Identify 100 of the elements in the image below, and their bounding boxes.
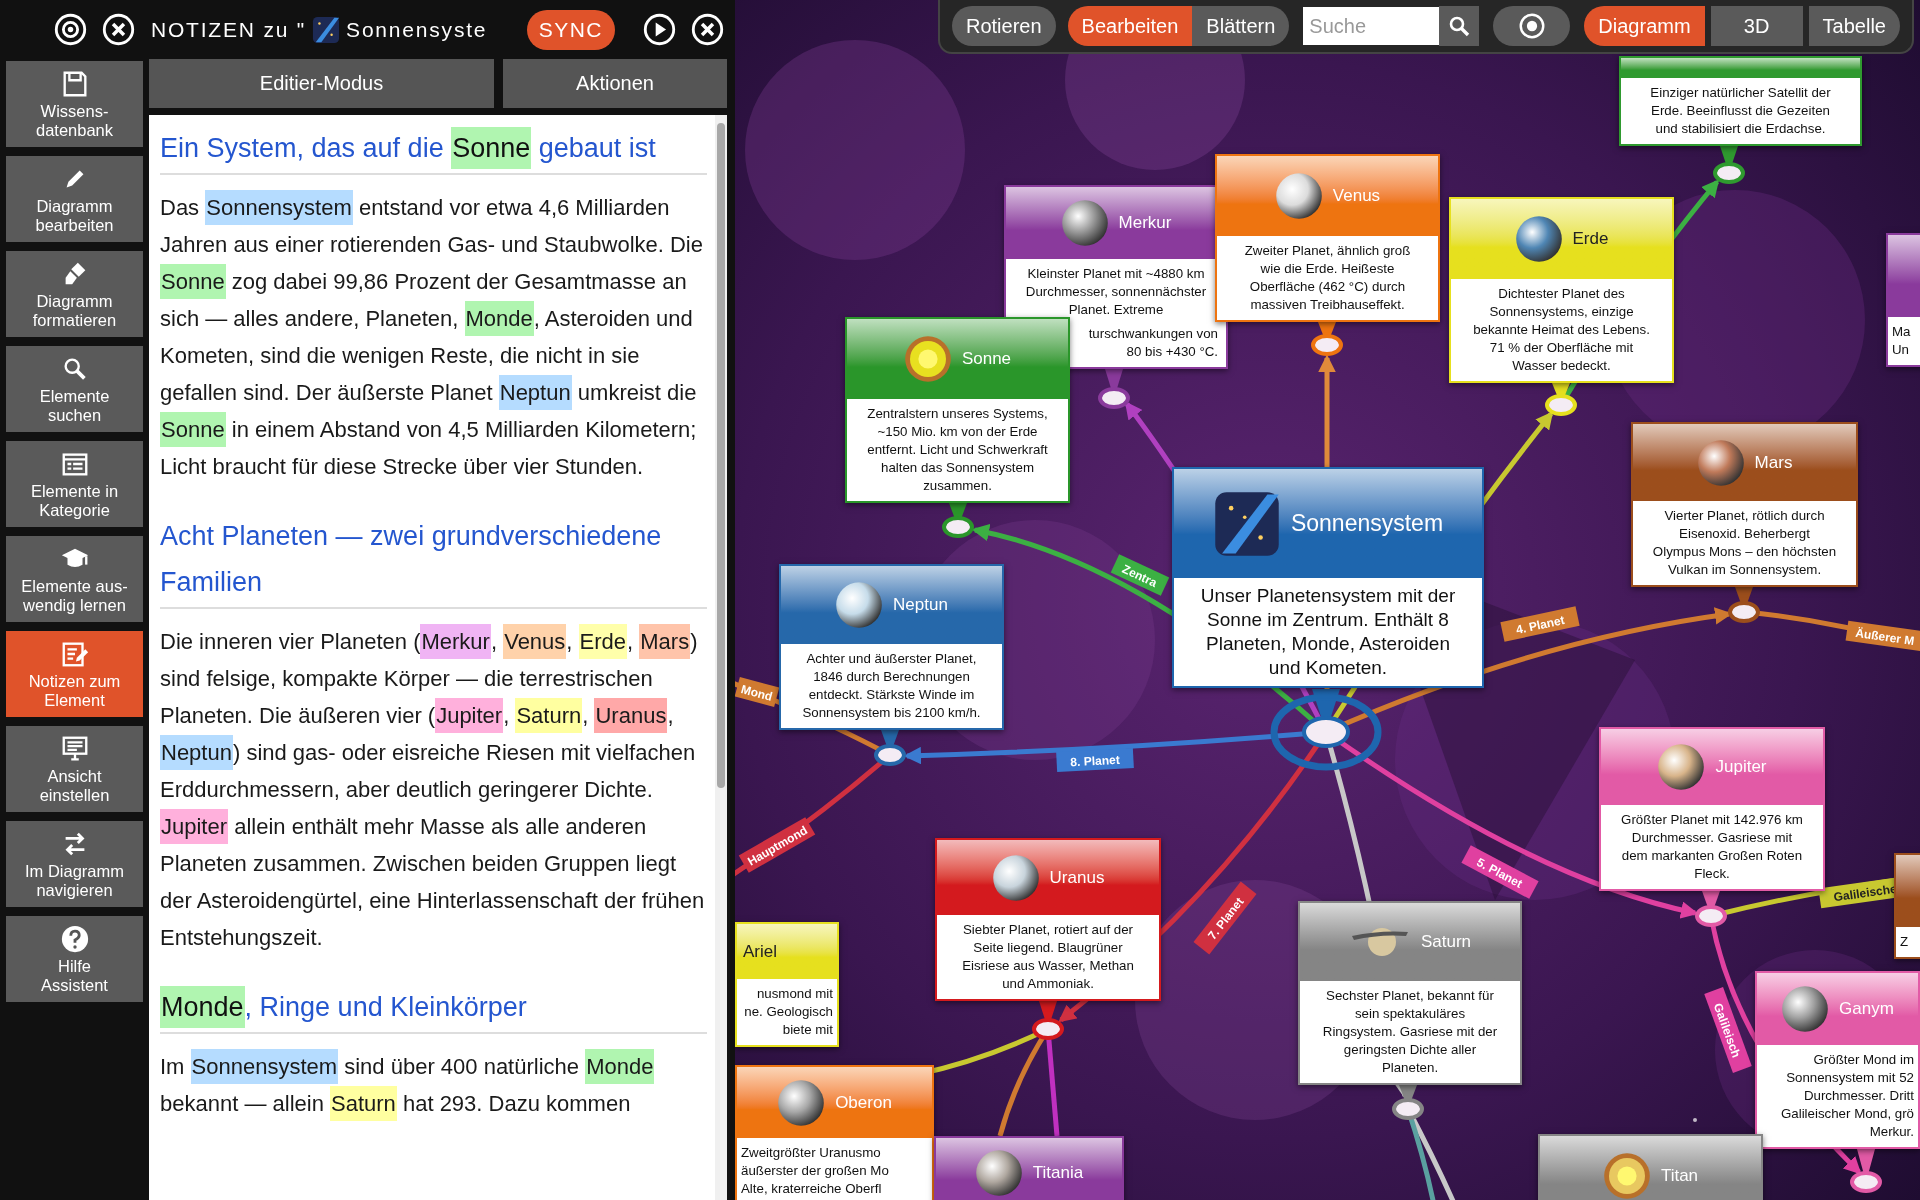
node-title: Saturn [1420, 932, 1472, 952]
mode-button[interactable]: Rotieren [952, 6, 1056, 46]
sidebar-item[interactable]: Elemente in Kategorie [6, 441, 143, 527]
edge-label: 8. Planet [1056, 748, 1134, 772]
edge-label: 4. Planet [1500, 606, 1580, 642]
node-description: Vierter Planet, rötlich durch Eisenoxid. Beherbergt Olympus Mons – den höchsten Vulkan im Sonnensystem. [1651, 507, 1838, 579]
node-title: Merkur [1118, 213, 1172, 233]
close-icon[interactable] [690, 12, 725, 47]
edge-label: Mond [735, 677, 780, 707]
node-title: Jupiter [1715, 757, 1767, 777]
sidebar-item[interactable]: Ansicht einstellen [6, 726, 143, 812]
node-title: Titan [1660, 1166, 1699, 1186]
node-description: turschwankungen von 80 bis +430 °C. [1088, 325, 1219, 361]
node-pointer [1311, 322, 1343, 356]
planet-icon [1781, 985, 1830, 1033]
diagram-node[interactable]: Venus Zweiter Planet, ähnlich groß wie die Erde. Heißeste Oberfläche (462 °C) durch massiven Treibhauseffekt. [1215, 154, 1440, 322]
diagram-node[interactable]: Sonne Zentralstern unseres Systems, ~150 Mio. km von der Erde entfernt. Licht und Schwerkraft halten das Sonnensystem zusammen. [845, 317, 1070, 503]
planet-icon [1696, 438, 1745, 487]
node-description: Siebter Planet, rotiert auf der Seite liegend. Blaugrüner Eisriese aus Wasser, Methan und Ammoniak. [961, 921, 1135, 993]
node-pointer [1695, 891, 1727, 927]
sync-button[interactable]: SYNC [526, 9, 615, 50]
diagram-node[interactable]: Einziger natürlicher Satellit der Erde. Beeinflusst die Gezeiten und stabilisiert die Erdachse. [1619, 56, 1862, 146]
node-pointer [1032, 1001, 1064, 1040]
sidebar-item[interactable]: Elemente suchen [6, 346, 143, 432]
section-heading: Acht Planeten — zwei grundverschiedene Familien [160, 513, 707, 609]
sidebar-item[interactable]: Elemente aus- wendig lernen [6, 536, 143, 622]
paragraph: Das Sonnensystem entstand vor etwa 4,6 Milliarden Jahren aus einer rotierenden Gas- und Staubwolke. Die Sonne zog dabei 99,86 Prozent der Gesamtmasse an sich — alles andere, Planeten, Monde, Asteroiden und Kometen, sind die wenigen Reste, die nicht in sie gefallen sind. Der äußerste Planet Neptun umkreist die Sonne in einem Abstand von 4,5 Milliarden Kilometern; Licht braucht für diese Strecke über vier Stunden. [160, 187, 707, 485]
view-tab[interactable]: Diagramm [1584, 6, 1705, 46]
sun-icon [903, 335, 952, 383]
node-description: Einziger natürlicher Satellit der Erde. Beeinflusst die Gezeiten und stabilisiert die Erdachse. [1649, 84, 1832, 138]
sidebar-item[interactable]: Diagramm bearbeiten [6, 156, 143, 242]
node-title: Neptun [893, 595, 948, 615]
scrollbar-thumb[interactable] [717, 123, 725, 788]
mode-button[interactable]: Blättern [1192, 6, 1290, 46]
node-description: Zentralstern unseres Systems, ~150 Mio. km von der Erde entfernt. Licht und Schwerkraft halten das Sonnensystem zusammen. [866, 405, 1049, 495]
panel-tab[interactable]: Aktionen [503, 59, 727, 108]
paragraph: Im Sonnensystem sind über 400 natürliche Monde bekannt — allein Saturn hat 293. Dazu kommen [160, 1046, 707, 1122]
sidebar-item[interactable]: Im Diagramm navigieren [6, 821, 143, 907]
node-pointer [942, 503, 974, 538]
help-icon [59, 923, 90, 954]
node-description: Ma Un [1891, 323, 1912, 359]
node-description: Zweitgrößter Uranusmo äußerster der großen Mo Alte, kraterreiche Oberfl [740, 1144, 890, 1198]
planet-icon [991, 853, 1040, 902]
node-description: Größter Mond im Sonnensystem mit 52 Durchmesser. Dritt Galileischer Mond, grö Merkur. [1779, 1051, 1915, 1141]
diagram-node[interactable]: Saturn Sechster Planet, bekannt für sein spektakuläres Ringsystem. Gasriese mit der geringsten Dichte aller Planeten. [1298, 901, 1522, 1085]
node-title: Mars [1754, 452, 1793, 473]
edge-label: Äußerer M [1845, 620, 1920, 652]
node-pointer [1545, 383, 1577, 416]
sidebar-item[interactable]: Wissens- datenbank [6, 61, 143, 147]
sidebar-item[interactable]: Hilfe Assistent [6, 916, 143, 1002]
node-pointer [1713, 146, 1745, 184]
section-heading: Ein System, das auf die Sonne gebaut ist [160, 125, 707, 175]
diagram-node[interactable]: Ariel nusmond mit ne. Geologisch biete mit [735, 922, 839, 1047]
node-description: Achter und äußerster Planet, 1846 durch Berechnungen entdeckt. Stärkste Winde im Sonnensystem bis 2100 km/h. [801, 650, 982, 722]
search-field[interactable]: Suche [1303, 7, 1440, 45]
mode-button[interactable]: Bearbeiten [1067, 6, 1193, 46]
node-description: Zweiter Planet, ähnlich groß wie die Erde. Heißeste Oberfläche (462 °C) durch massiven Treibhauseffekt. [1243, 242, 1412, 314]
diagram-node[interactable]: Sonnensystem Unser Planetensystem mit der Sonne im Zentrum. Enthält 8 Planeten, Monde, Asteroiden und Kometen. [1172, 467, 1484, 688]
node-pointer [874, 730, 906, 766]
window-title: Sonnensyste [346, 17, 488, 42]
diagram-node[interactable]: Ganym Größter Mond im Sonnensystem mit 52 Durchmesser. Dritt Galileischer Mond, grö Merkur. [1755, 971, 1920, 1149]
node-description: Sechster Planet, bekannt für sein spektakuläres Ringsystem. Gasriese mit der geringsten Dichte aller Planeten. [1321, 987, 1499, 1077]
sidebar-item[interactable]: Notizen zum Element [6, 631, 143, 717]
view-tab[interactable]: Tabelle [1808, 6, 1900, 46]
search-icon [1447, 14, 1472, 38]
node-description: Dichtester Planet des Sonnensystems, einzige bekannte Heimat des Lebens. 71 % der Oberfläche mit Wasser bedeckt. [1472, 285, 1651, 375]
node-description: Größter Planet mit 142.976 km Durchmesser. Gasriese mit dem markanten Großen Roten Fleck. [1620, 811, 1804, 883]
view-tab[interactable]: 3D [1710, 6, 1803, 46]
paragraph: Die inneren vier Planeten (Merkur, Venus, Erde, Mars) sind felsige, kompakte Körper — die terrestrischen Planeten. Die äußeren vier (Jupiter, Saturn, Uranus, Neptun) sind gas- oder eisreiche Riesen mit vielfachen Erddurchmessern, aber deutlich geringerer Dichte. Jupiter allein enthält mehr Masse als alle anderen Planeten zusammen. Zwischen beiden Gruppen liegt der Asteroidengürtel, eine Hinterlassenschaft der frühen Entstehungszeit. [160, 621, 707, 956]
sidebar-item[interactable]: Diagramm formatieren [6, 251, 143, 337]
window-title: NOTIZEN zu " [151, 17, 307, 42]
node-title: Uranus [1049, 867, 1105, 888]
diagram-node[interactable]: Erde Dichtester Planet des Sonnensystems, einzige bekannte Heimat des Lebens. 71 % der Oberfläche mit Wasser bedeckt. [1449, 197, 1674, 383]
diagram-node[interactable]: Neptun Achter und äußerster Planet, 1846 durch Berechnungen entdeckt. Stärkste Winde im Sonnensystem bis 2100 km/h. [779, 564, 1004, 730]
diagram-node[interactable]: Uranus Siebter Planet, rotiert auf der Seite liegend. Blaugrüner Eisriese aus Wasser, Methan und Ammoniak. [935, 838, 1161, 1001]
node-description: nusmond mit ne. Geologisch biete mit [743, 985, 834, 1039]
panel-tab[interactable]: Editier-Modus [149, 59, 494, 108]
diagram-node[interactable]: Oberon Zweitgrößter Uranusmo äußerster der großen Mo Alte, kraterreiche Oberfl [735, 1065, 934, 1200]
scrollbar[interactable] [715, 115, 727, 1200]
diagram-node[interactable]: Titania [934, 1136, 1124, 1200]
close-icon[interactable] [101, 12, 136, 47]
center-button[interactable] [1493, 6, 1571, 46]
diagram-node[interactable]: Mars Vierter Planet, rötlich durch Eisenoxid. Beherbergt Olympus Mons – den höchsten Vulkan im Sonnensystem. [1631, 422, 1858, 587]
section-heading: Monde, Ringe und Kleinkörper [160, 984, 707, 1034]
node-title: Ariel [743, 941, 777, 962]
node-title: Sonnensystem [1290, 510, 1444, 537]
search-button[interactable] [1439, 6, 1480, 46]
starry-sky-icon [312, 15, 341, 44]
node-pointer [1098, 369, 1130, 409]
node-title: Venus [1332, 186, 1381, 206]
planet-icon [1274, 172, 1323, 220]
node-pointer [1850, 1149, 1882, 1193]
node-title: Titania [1032, 1163, 1084, 1183]
play-icon[interactable] [642, 12, 677, 47]
sun-icon [1602, 1152, 1651, 1200]
diagram-node[interactable]: Jupiter Größter Planet mit 142.976 km Durchmesser. Gasriese mit dem markanten Großen Roten Fleck. [1599, 727, 1825, 891]
node-description: Kleinster Planet mit ~4880 km Durchmesser, sonnennächster Planet. Extreme [1024, 265, 1208, 319]
target-icon[interactable] [53, 12, 88, 47]
diagram-node[interactable]: Z [1894, 853, 1920, 959]
diagram-node[interactable]: Ma Un [1886, 233, 1920, 367]
